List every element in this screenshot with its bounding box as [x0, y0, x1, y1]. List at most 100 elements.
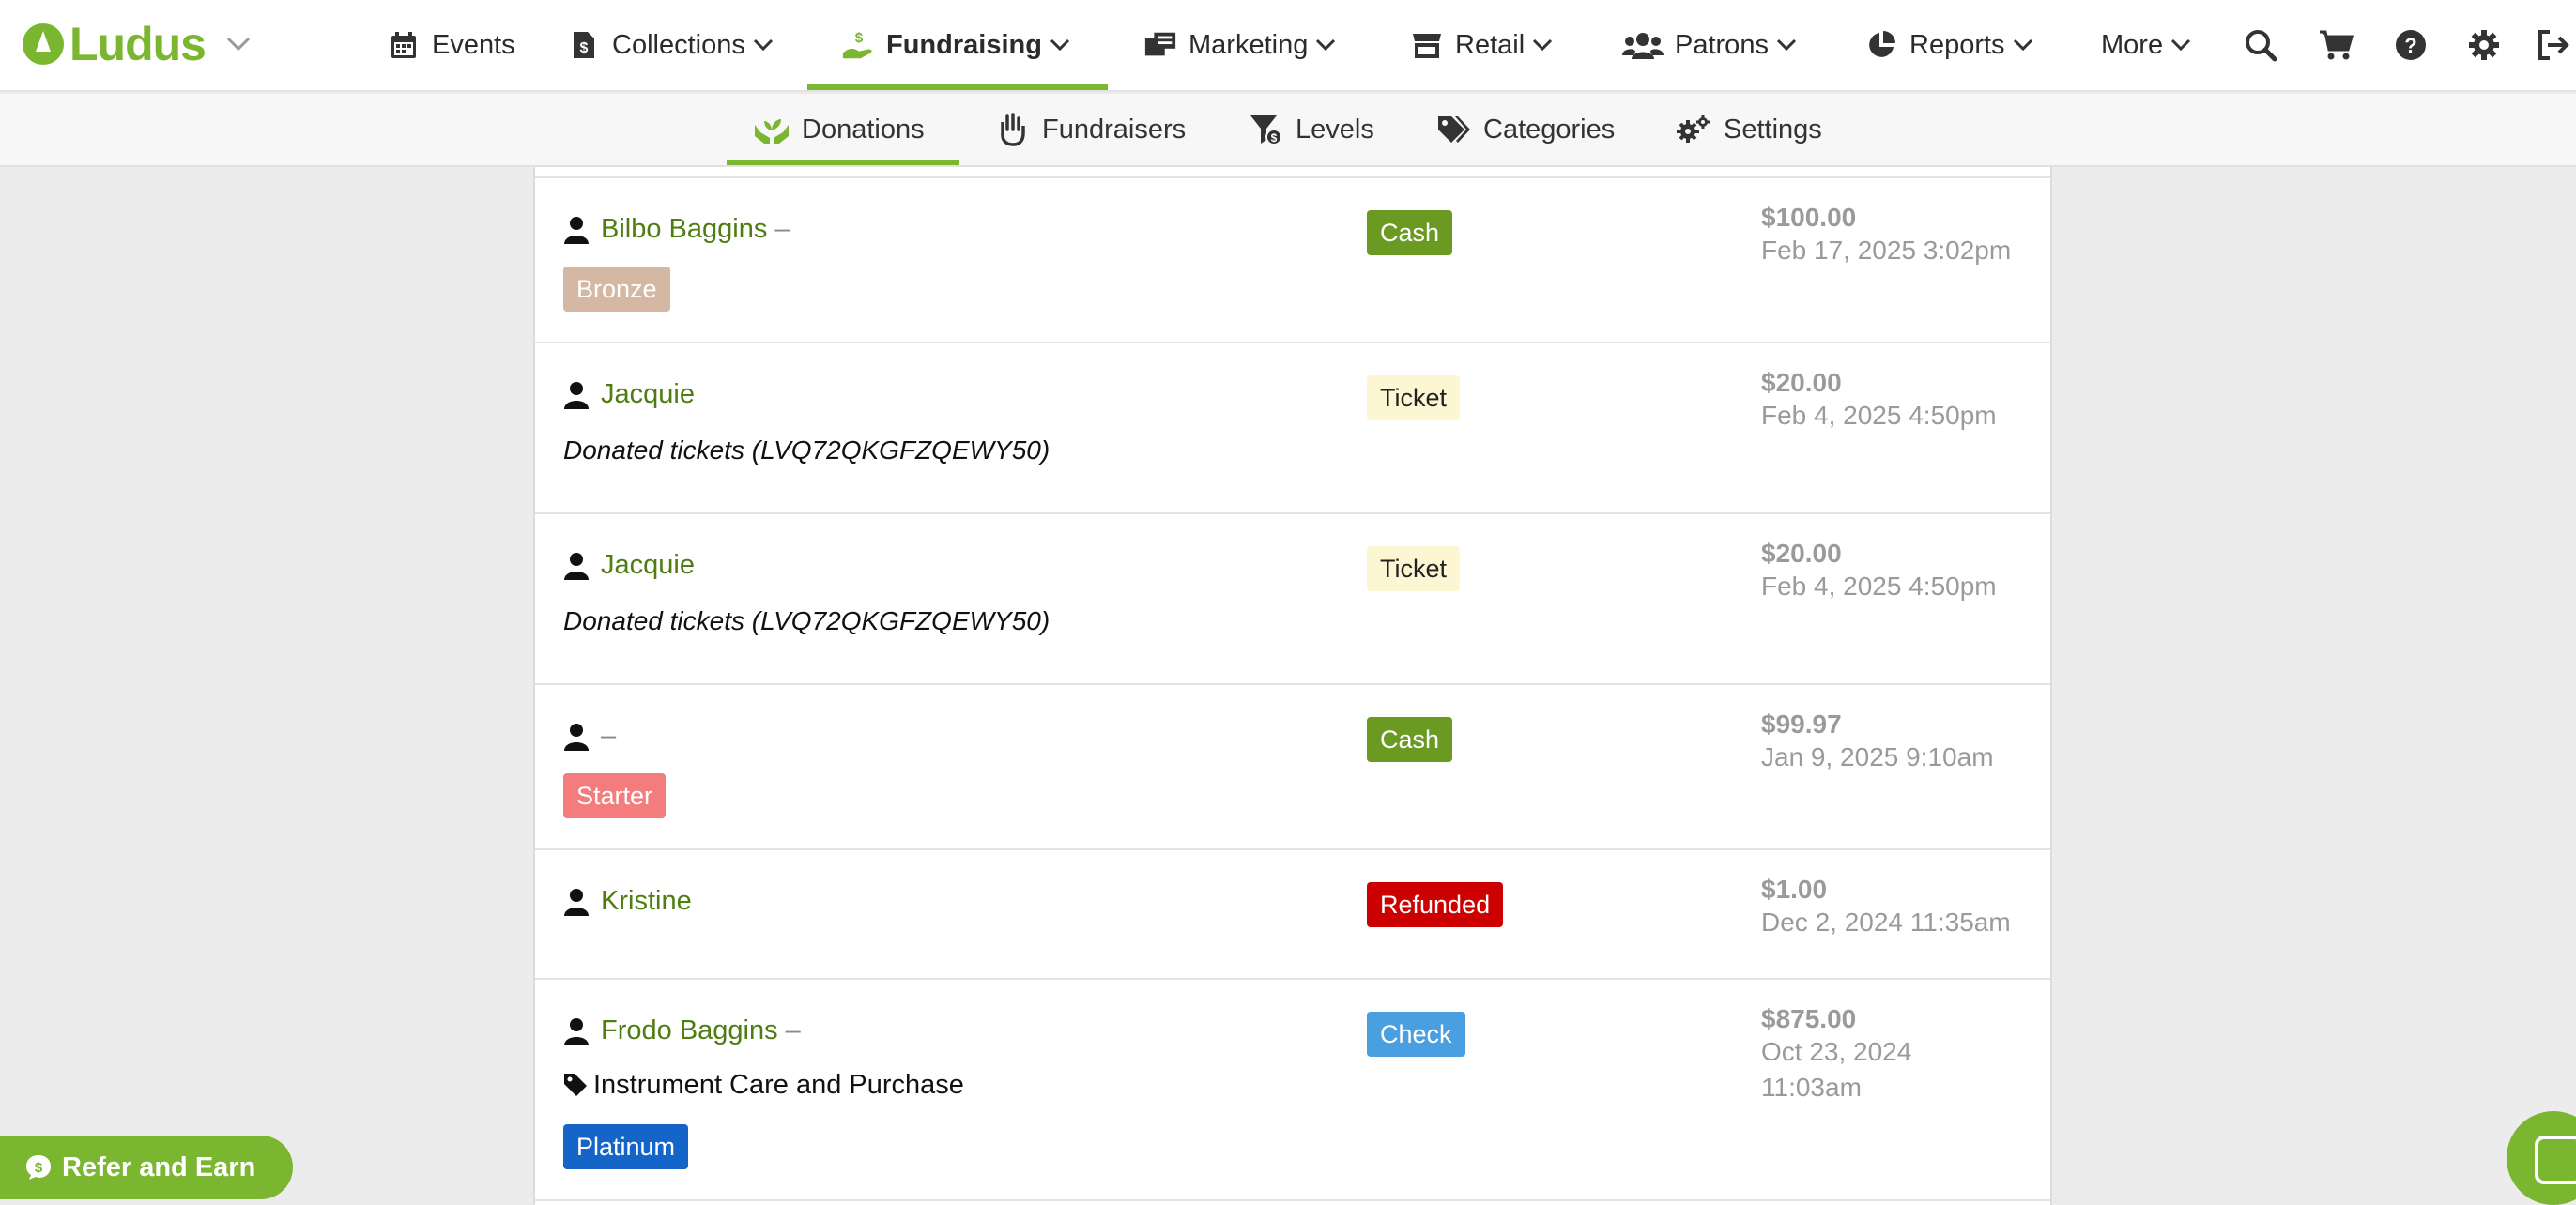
active-nav-indicator: [807, 84, 1108, 90]
donation-date: Feb 17, 2025 3:02pm: [1761, 236, 2012, 265]
store-icon: [1410, 28, 1444, 62]
patron-link[interactable]: Jacquie: [601, 379, 695, 410]
chat-dollar-icon: $: [24, 1153, 53, 1182]
payment-badge: Ticket: [1367, 546, 1461, 591]
tab-fundraisers-label: Fundraisers: [1042, 114, 1187, 145]
nav-marketing[interactable]: Marketing: [1143, 0, 1336, 90]
sign-out-icon[interactable]: [2531, 23, 2576, 68]
payment-badge: Ticket: [1367, 375, 1461, 420]
hands-plant-icon: [753, 111, 790, 148]
svg-text:$: $: [35, 1160, 43, 1176]
svg-text:$: $: [1271, 131, 1278, 145]
donation-amount: $100.00: [1761, 203, 1857, 232]
donation-date: Feb 4, 2025 4:50pm: [1761, 572, 1997, 601]
calendar-icon: [387, 28, 421, 62]
donations-list: Bilbo Baggins – Bronze Cash $100.00 Feb …: [533, 167, 2052, 1205]
tab-fundraisers[interactable]: Fundraisers: [993, 94, 1186, 165]
nav-collections-label: Collections: [612, 29, 745, 60]
search-icon[interactable]: [2238, 23, 2283, 68]
patron-link[interactable]: Frodo Baggins: [601, 1015, 778, 1046]
tab-donations[interactable]: Donations: [753, 94, 925, 165]
donation-row[interactable]: Jacquie Donated tickets (LVQ72QKGFZQEWY5…: [535, 343, 2050, 514]
chevron-down-icon[interactable]: [226, 32, 251, 56]
nav-patrons-label: Patrons: [1675, 29, 1769, 60]
tag-icon: [563, 1073, 590, 1099]
chevron-down-icon: [1315, 35, 1336, 55]
tab-categories[interactable]: Categories: [1434, 94, 1615, 165]
patron-line: –: [563, 721, 616, 752]
nav-events[interactable]: Events: [387, 0, 515, 90]
pie-chart-icon: [1864, 28, 1898, 62]
donation-amount: $20.00: [1761, 539, 1842, 568]
nav-events-label: Events: [432, 29, 515, 60]
filter-dollar-icon: $: [1247, 111, 1284, 148]
patron-line: Frodo Baggins –: [563, 1015, 801, 1046]
svg-text:$: $: [580, 40, 589, 56]
dash-separator: –: [774, 214, 790, 244]
chevron-down-icon: [2013, 35, 2033, 55]
tab-categories-label: Categories: [1483, 114, 1616, 145]
chevron-down-icon: [1776, 35, 1797, 55]
donation-row[interactable]: Bilbo Baggins – Bronze Cash $100.00 Feb …: [535, 178, 2050, 343]
dollar-file-icon: $: [567, 28, 601, 62]
user-icon: [563, 1017, 590, 1045]
chat-launcher-icon[interactable]: [2507, 1111, 2576, 1205]
tab-settings-label: Settings: [1724, 114, 1822, 145]
level-badge: Platinum: [563, 1124, 689, 1169]
patron-link[interactable]: Bilbo Baggins: [601, 214, 767, 245]
patron-line: Jacquie: [563, 379, 695, 410]
tab-donations-label: Donations: [802, 114, 925, 145]
nav-collections[interactable]: $ Collections: [567, 0, 774, 90]
help-icon[interactable]: ?: [2388, 23, 2433, 68]
active-tab-indicator: [727, 160, 959, 165]
hand-donation-icon: $: [841, 28, 875, 62]
donation-category: Instrument Care and Purchase: [563, 1070, 964, 1101]
nav-patrons[interactable]: Patrons: [1622, 0, 1797, 90]
donation-note: Donated tickets (LVQ72QKGFZQEWY50): [563, 606, 1050, 635]
users-icon: [1622, 28, 1664, 62]
patron-line: Jacquie: [563, 550, 695, 581]
chevron-down-icon: [2170, 35, 2191, 55]
nav-fundraising[interactable]: $ Fundraising: [841, 0, 1070, 90]
user-icon: [563, 381, 590, 409]
chevron-down-icon: [1050, 35, 1070, 55]
ludus-logo-icon: [23, 23, 64, 65]
donation-row[interactable]: Kristine Refunded $1.00 Dec 2, 2024 11:3…: [535, 850, 2050, 980]
nav-reports[interactable]: Reports: [1864, 0, 2033, 90]
donation-date: Oct 23, 2024 11:03am: [1761, 1037, 1912, 1102]
patron-link[interactable]: Kristine: [601, 886, 692, 917]
donation-row[interactable]: – Starter Cash $99.97 Jan 9, 2025 9:10am: [535, 685, 2050, 850]
gear-icon[interactable]: [2461, 23, 2507, 68]
tab-levels-label: Levels: [1296, 114, 1374, 145]
donation-amount: $20.00: [1761, 368, 1842, 397]
donation-date: Feb 4, 2025 4:50pm: [1761, 401, 1997, 430]
tags-icon: [1434, 111, 1472, 148]
brand-logo[interactable]: Ludus: [23, 13, 251, 75]
nav-more-label: More: [2101, 29, 2164, 60]
refer-and-earn-button[interactable]: $ Refer and Earn: [0, 1136, 293, 1199]
nav-reports-label: Reports: [1909, 29, 2005, 60]
top-navigation: Ludus Events $ Collections $ Fundraising…: [0, 0, 2576, 92]
donation-note: Donated tickets (LVQ72QKGFZQEWY50): [563, 435, 1050, 465]
patron-link[interactable]: Jacquie: [601, 550, 695, 581]
donation-row[interactable]: Jacquie Donated tickets (LVQ72QKGFZQEWY5…: [535, 514, 2050, 685]
tab-levels[interactable]: $ Levels: [1247, 94, 1374, 165]
user-icon: [563, 723, 590, 751]
donation-date: Jan 9, 2025 9:10am: [1761, 742, 1994, 771]
tab-settings[interactable]: Settings: [1675, 94, 1822, 165]
raised-hand-icon: [993, 111, 1031, 148]
user-icon: [563, 216, 590, 244]
user-icon: [563, 888, 590, 916]
user-icon: [563, 552, 590, 580]
nav-retail[interactable]: Retail: [1410, 0, 1553, 90]
cart-icon[interactable]: [2313, 23, 2358, 68]
level-badge: Starter: [563, 773, 667, 818]
refer-label: Refer and Earn: [62, 1152, 256, 1182]
mailbox-icon: [1143, 28, 1177, 62]
nav-more[interactable]: More: [2101, 0, 2191, 90]
donation-amount: $1.00: [1761, 875, 1828, 904]
donation-row[interactable]: Frodo Baggins – Instrument Care and Purc…: [535, 980, 2050, 1201]
category-label: Instrument Care and Purchase: [593, 1070, 964, 1100]
svg-text:?: ?: [2404, 34, 2416, 57]
patron-line: Kristine: [563, 886, 692, 917]
